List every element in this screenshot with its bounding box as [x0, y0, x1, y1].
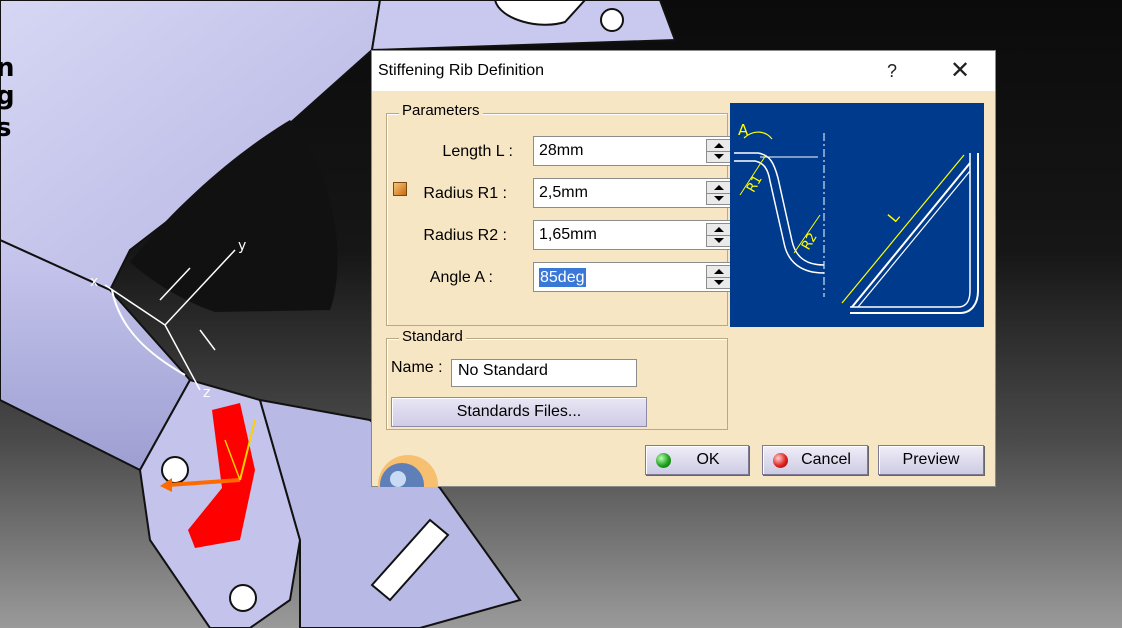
- cancel-label: Cancel: [801, 451, 851, 468]
- standard-name-label: Name :: [391, 359, 443, 376]
- radius-r1-input[interactable]: [534, 179, 704, 207]
- cancel-button[interactable]: Cancel: [762, 445, 868, 475]
- axis-label-z: z: [203, 385, 210, 401]
- axis-label-y: y: [238, 238, 246, 254]
- ok-green-dot-icon: [656, 453, 671, 468]
- standard-name-field[interactable]: No Standard: [451, 359, 637, 387]
- part-hole-top: [600, 8, 624, 32]
- close-button[interactable]: ✕: [940, 55, 980, 87]
- stiffening-rib-dialog: Stiffening Rib Definition ? ✕ Parameters…: [371, 50, 996, 487]
- rib-parameters-diagram: A R1 R2 L: [730, 103, 984, 327]
- length-spinner[interactable]: [706, 139, 732, 163]
- radius-r1-spinner[interactable]: [706, 181, 732, 205]
- part-hole-bottom: [229, 584, 257, 612]
- bg-text-fragment-3: s: [0, 113, 11, 143]
- angle-field[interactable]: 85deg: [533, 262, 735, 292]
- radius-r2-field: [533, 220, 735, 250]
- dialog-titlebar[interactable]: Stiffening Rib Definition ? ✕: [372, 51, 995, 91]
- standard-group: Standard Name : No Standard Standards Fi…: [386, 328, 728, 430]
- length-input[interactable]: [534, 137, 704, 165]
- angle-spinner[interactable]: [706, 265, 732, 289]
- help-button[interactable]: ?: [877, 57, 907, 85]
- length-field: [533, 136, 735, 166]
- radius-r1-field: [533, 178, 735, 208]
- radius-r2-spin-down-icon[interactable]: [707, 235, 731, 246]
- parameters-group: Parameters Length L : Radius R1 : Radius…: [386, 102, 735, 326]
- ok-label: OK: [696, 451, 720, 468]
- bg-text-fragment-2: g: [0, 81, 15, 111]
- standards-files-button[interactable]: Standards Files...: [391, 397, 647, 427]
- ok-button[interactable]: OK: [645, 445, 749, 475]
- standard-legend: Standard: [399, 328, 466, 345]
- angle-spin-down-icon[interactable]: [707, 277, 731, 288]
- part-hole-left: [161, 456, 189, 484]
- dialog-title: Stiffening Rib Definition: [378, 62, 545, 79]
- angle-input-selected-text[interactable]: 85deg: [539, 268, 586, 287]
- radius-r1-spin-down-icon[interactable]: [707, 193, 731, 204]
- catia-logo-icon: [378, 455, 438, 487]
- length-label: Length L :: [442, 143, 513, 160]
- radius-r2-input[interactable]: [534, 221, 704, 249]
- angle-label: Angle A :: [429, 269, 493, 286]
- bg-text-fragment-1: n: [0, 53, 15, 83]
- preview-button[interactable]: Preview: [878, 445, 984, 475]
- length-spin-down-icon[interactable]: [707, 151, 731, 162]
- parameters-legend: Parameters: [399, 102, 483, 119]
- radius-r2-label: Radius R2 :: [423, 227, 507, 244]
- radius-r2-spinner[interactable]: [706, 223, 732, 247]
- cancel-red-dot-icon: [773, 453, 788, 468]
- axis-label-x: x: [90, 274, 98, 290]
- diagram-label-a: A: [738, 121, 749, 139]
- radius-r1-label: Radius R1 :: [423, 185, 507, 202]
